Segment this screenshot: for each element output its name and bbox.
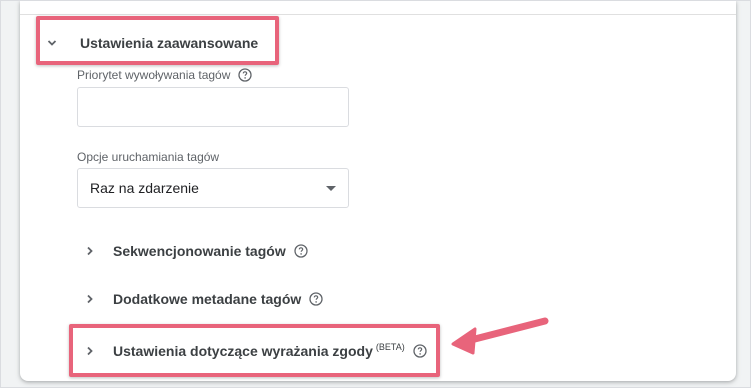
chevron-right-icon bbox=[83, 344, 97, 358]
help-circle-icon[interactable] bbox=[294, 244, 308, 258]
tag-firing-priority-label: Priorytet wywoływania tagów bbox=[77, 68, 231, 82]
help-circle-icon[interactable] bbox=[413, 344, 427, 358]
tag-sequencing-section[interactable]: Sekwencjonowanie tagów bbox=[83, 241, 308, 261]
screenshot-frame: Ustawienia zaawansowane Priorytet wywoły… bbox=[0, 0, 751, 388]
chevron-right-icon bbox=[83, 292, 97, 306]
chevron-right-icon bbox=[83, 244, 97, 258]
tag-sequencing-title: Sekwencjonowanie tagów bbox=[113, 243, 286, 259]
tag-firing-options-label: Opcje uruchamiania tagów bbox=[77, 150, 220, 164]
tag-firing-options-select[interactable]: Raz na zdarzenie bbox=[77, 168, 349, 208]
tag-firing-options-label-row: Opcje uruchamiania tagów bbox=[77, 149, 219, 165]
consent-settings-section[interactable]: Ustawienia dotyczące wyrażania zgody (BE… bbox=[83, 341, 427, 361]
beta-badge: (BETA) bbox=[375, 342, 405, 352]
chevron-down-icon bbox=[45, 36, 59, 50]
tag-firing-priority-label-row: Priorytet wywoływania tagów bbox=[77, 67, 253, 83]
tag-firing-priority-input[interactable] bbox=[77, 87, 349, 127]
advanced-settings-title: Ustawienia zaawansowane bbox=[80, 35, 259, 51]
additional-tag-metadata-section[interactable]: Dodatkowe metadane tagów bbox=[83, 289, 323, 309]
tag-firing-options-selected: Raz na zdarzenie bbox=[90, 180, 199, 196]
advanced-settings-toggle[interactable]: Ustawienia zaawansowane bbox=[45, 32, 258, 54]
dropdown-caret-icon bbox=[326, 185, 336, 191]
help-circle-icon[interactable] bbox=[238, 68, 253, 82]
help-circle-icon[interactable] bbox=[309, 292, 323, 306]
top-divider bbox=[20, 14, 736, 15]
additional-tag-metadata-title: Dodatkowe metadane tagów bbox=[113, 291, 302, 307]
consent-settings-title: Ustawienia dotyczące wyrażania zgody bbox=[113, 343, 373, 359]
